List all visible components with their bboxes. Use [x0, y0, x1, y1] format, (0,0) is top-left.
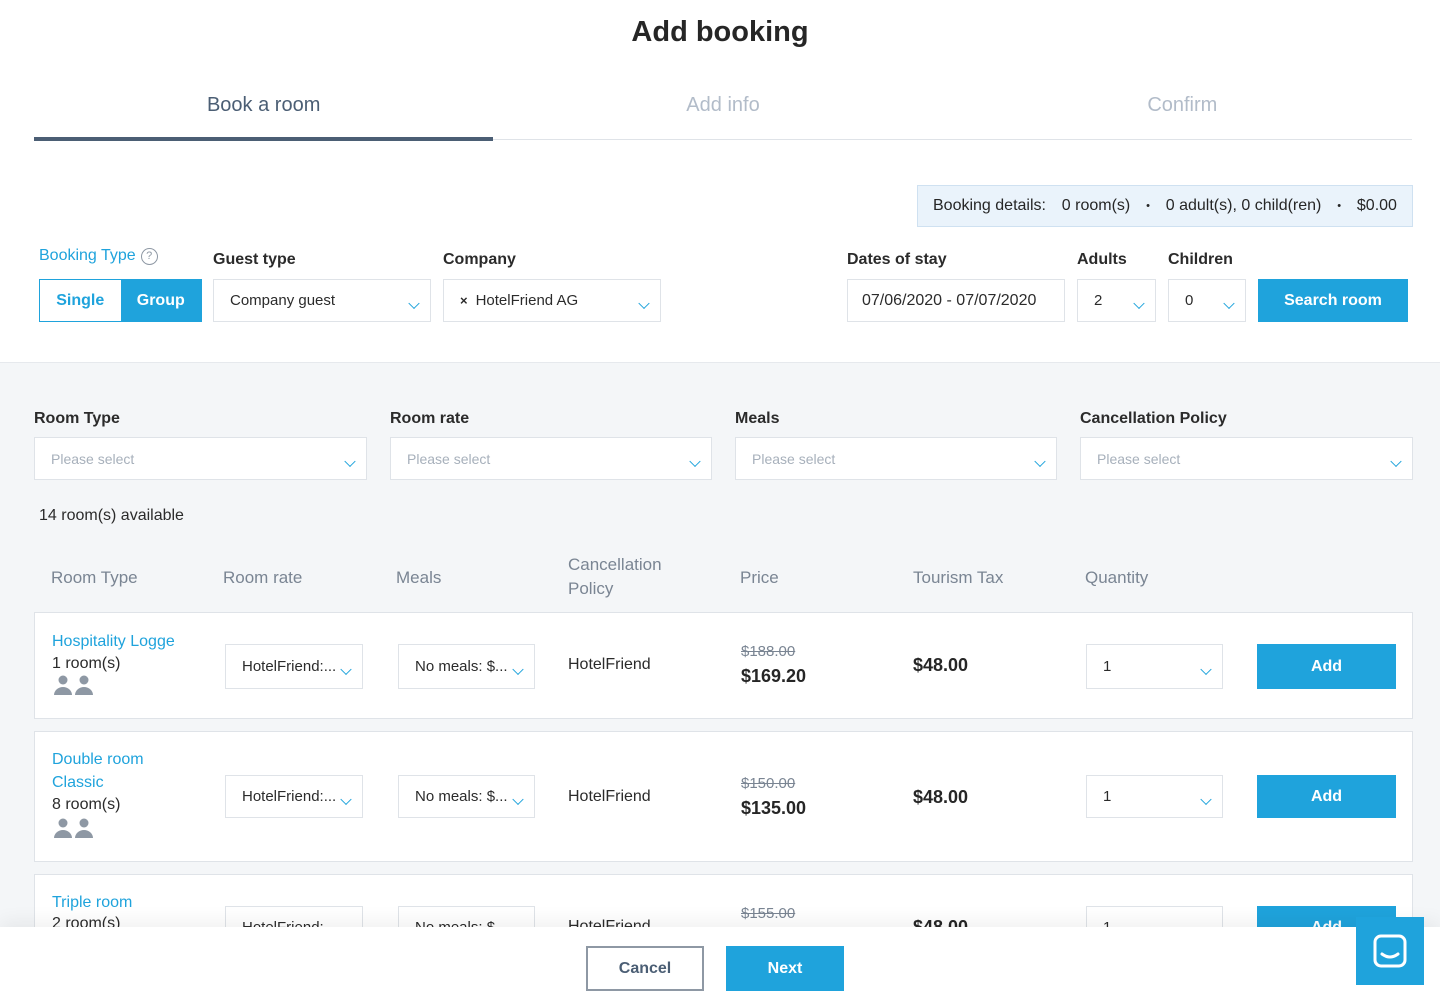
- room-type-link[interactable]: Hospitality Logge: [52, 630, 175, 653]
- tourism-tax: $48.00: [913, 787, 969, 807]
- meals-select[interactable]: No meals: $...: [398, 775, 535, 818]
- children-select[interactable]: 0: [1168, 279, 1246, 322]
- tourism-tax: $48.00: [913, 655, 969, 675]
- summary-guests: 0 adult(s), 0 child(ren): [1165, 197, 1322, 214]
- cancel-button[interactable]: Cancel: [586, 946, 704, 991]
- remove-company-icon[interactable]: ×: [460, 293, 468, 308]
- header-tourism-tax: Tourism Tax: [913, 568, 1004, 587]
- room-type-link[interactable]: Double room Classic: [52, 748, 172, 794]
- next-button[interactable]: Next: [726, 946, 844, 991]
- meals-filter-label: Meals: [735, 410, 780, 427]
- company-label: Company: [443, 251, 516, 268]
- cancellation-policy: HotelFriend: [568, 656, 651, 673]
- step-confirm[interactable]: Confirm: [953, 94, 1412, 139]
- adults-select[interactable]: 2: [1077, 279, 1156, 322]
- header-price: Price: [740, 568, 779, 587]
- room-count: 1 room(s): [52, 655, 121, 672]
- meals-filter[interactable]: Please select: [735, 437, 1057, 480]
- steps-bar: Book a room Add info Confirm: [34, 94, 1412, 141]
- table-row: Hospitality Logge 1 room(s) HotelFriend:…: [34, 612, 1413, 719]
- guest-type-select[interactable]: Company guest: [213, 279, 431, 322]
- summary-rooms: 0 room(s): [1061, 197, 1131, 214]
- step-book-room[interactable]: Book a room: [34, 94, 494, 141]
- step-add-info[interactable]: Add info: [493, 94, 952, 139]
- price: $169.20: [741, 666, 807, 686]
- old-price: $188.00: [741, 643, 796, 660]
- guests-icon: [54, 818, 93, 838]
- guests-icon: [54, 675, 93, 695]
- price: $135.00: [741, 798, 807, 818]
- page-title: Add booking: [631, 16, 809, 48]
- booking-type-group[interactable]: Group: [120, 280, 201, 321]
- quantity-select[interactable]: 1: [1086, 644, 1223, 689]
- booking-summary: Booking details: 0 room(s) • 0 adult(s),…: [917, 185, 1413, 227]
- summary-label: Booking details:: [933, 197, 1046, 214]
- table-row: Double room Classic 8 room(s) HotelFrien…: [34, 731, 1413, 862]
- room-type-filter-label: Room Type: [34, 410, 120, 427]
- header-room-rate: Room rate: [223, 568, 303, 587]
- dates-label: Dates of stay: [847, 251, 947, 268]
- summary-separator: •: [1146, 200, 1150, 212]
- summary-total: $0.00: [1356, 197, 1397, 214]
- available-count: 14 room(s) available: [39, 507, 184, 524]
- booking-type-label: Booking Type ?: [39, 247, 158, 265]
- header-room-type: Room Type: [51, 568, 138, 587]
- room-type-filter[interactable]: Please select: [34, 437, 367, 480]
- children-label: Children: [1168, 251, 1233, 268]
- dates-input[interactable]: 07/06/2020 - 07/07/2020: [847, 279, 1065, 322]
- chat-launcher-button[interactable]: [1356, 917, 1424, 985]
- cancellation-filter[interactable]: Please select: [1080, 437, 1413, 480]
- room-rate-select[interactable]: HotelFriend:...: [225, 775, 363, 818]
- cancellation-policy: HotelFriend: [568, 788, 651, 805]
- guest-type-label: Guest type: [213, 251, 296, 268]
- old-price: $155.00: [741, 905, 796, 922]
- booking-type-toggle: Single Group: [39, 279, 202, 322]
- room-type-link[interactable]: Triple room: [52, 891, 132, 914]
- adults-label: Adults: [1077, 251, 1127, 268]
- footer-bar: [0, 927, 1440, 991]
- add-room-button[interactable]: Add: [1257, 775, 1396, 818]
- booking-type-single[interactable]: Single: [40, 280, 121, 321]
- company-select[interactable]: × HotelFriend AG: [443, 279, 661, 322]
- room-rate-filter-label: Room rate: [390, 410, 470, 427]
- cancellation-filter-label: Cancellation Policy: [1080, 410, 1227, 427]
- add-room-button[interactable]: Add: [1257, 644, 1396, 689]
- old-price: $150.00: [741, 775, 796, 792]
- header-meals: Meals: [396, 568, 442, 587]
- help-icon[interactable]: ?: [140, 247, 158, 265]
- quantity-select[interactable]: 1: [1086, 775, 1223, 818]
- room-rate-select[interactable]: HotelFriend:...: [225, 644, 363, 689]
- chat-icon: [1373, 934, 1407, 968]
- room-rate-filter[interactable]: Please select: [390, 437, 712, 480]
- room-count: 8 room(s): [52, 796, 121, 813]
- search-room-button[interactable]: Search room: [1258, 279, 1408, 322]
- meals-select[interactable]: No meals: $...: [398, 644, 535, 689]
- header-cancellation-policy: Cancellation Policy: [568, 555, 662, 598]
- summary-separator: •: [1337, 200, 1342, 212]
- header-quantity: Quantity: [1085, 568, 1149, 587]
